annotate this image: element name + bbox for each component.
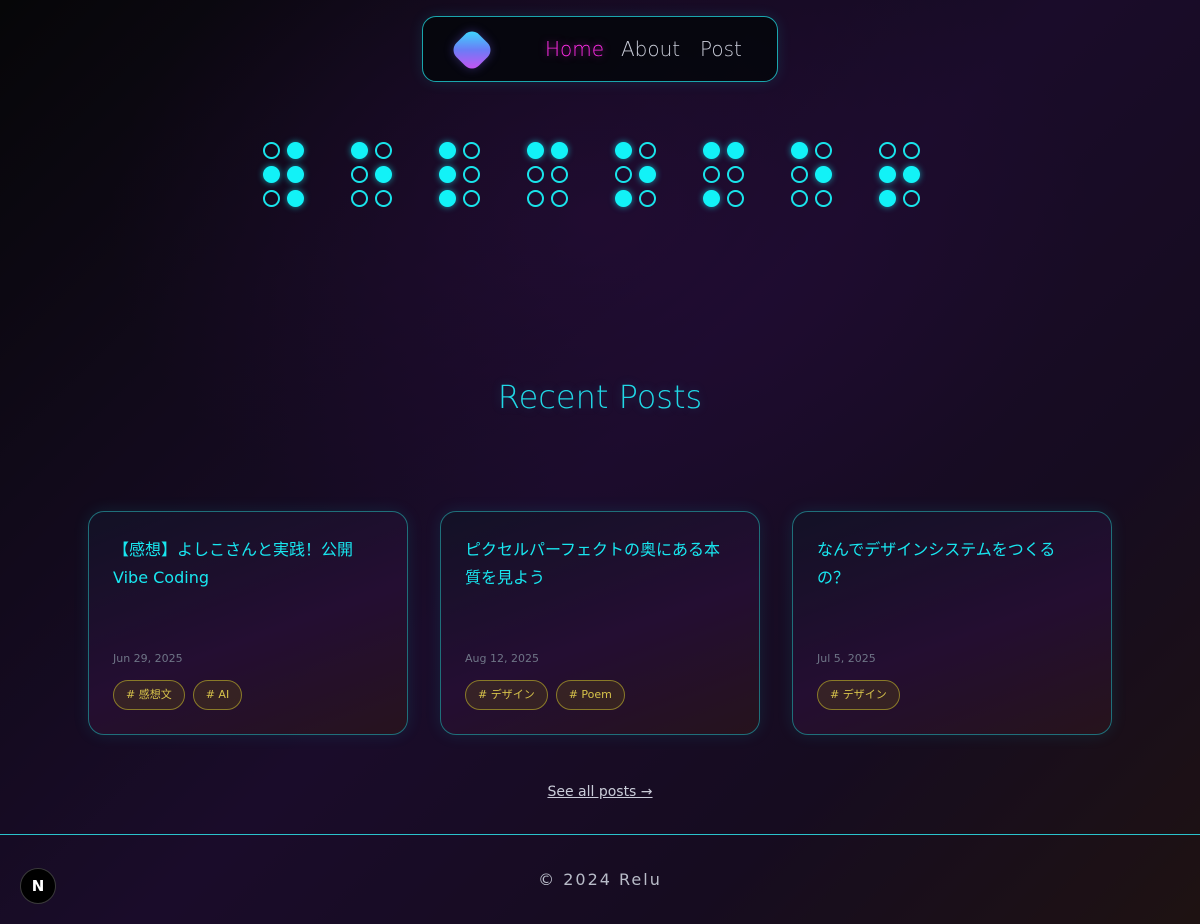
braille-dot-empty — [263, 190, 280, 207]
braille-dot-empty — [639, 142, 656, 159]
post-card-tags: # デザイン # Poem — [465, 680, 625, 710]
braille-dot-empty — [463, 142, 480, 159]
recent-posts-heading: Recent Posts — [497, 378, 703, 416]
post-card-title[interactable]: ピクセルパーフェクトの奥にある本質を見よう — [465, 536, 735, 592]
post-card-date: Jun 29, 2025 — [113, 652, 183, 665]
braille-dot-filled — [615, 190, 632, 207]
braille-dot-empty — [791, 166, 808, 183]
braille-dot-filled — [703, 190, 720, 207]
braille-dot-filled — [727, 142, 744, 159]
braille-dot-empty — [551, 190, 568, 207]
post-card-tags: # デザイン — [817, 680, 900, 710]
site-logo-icon[interactable] — [449, 27, 495, 73]
braille-dot-empty — [351, 166, 368, 183]
top-nav: Home About Post — [422, 16, 778, 82]
footer-divider — [0, 834, 1200, 835]
braille-dot-empty — [791, 190, 808, 207]
braille-dot-empty — [703, 166, 720, 183]
braille-dot-filled — [903, 166, 920, 183]
tag-badge[interactable]: # AI — [192, 680, 243, 710]
braille-dot-filled — [703, 142, 720, 159]
post-card[interactable]: 【感想】よしこさんと実践！公開Vibe Coding Jun 29, 2025 … — [88, 511, 408, 735]
braille-dot-filled — [791, 142, 808, 159]
nextjs-badge-icon[interactable]: N — [20, 868, 56, 904]
post-card-tags: # 感想文 # AI — [113, 680, 243, 710]
braille-dot-filled — [879, 166, 896, 183]
see-all-posts-link[interactable]: See all posts → — [547, 784, 652, 800]
braille-cell — [263, 142, 305, 207]
braille-dot-empty — [551, 166, 568, 183]
braille-dot-filled — [439, 190, 456, 207]
nav-link-home[interactable]: Home — [545, 37, 604, 61]
braille-cell — [879, 142, 921, 207]
see-all-posts-row: See all posts → — [0, 782, 1200, 802]
braille-dot-filled — [551, 142, 568, 159]
tag-badge[interactable]: # デザイン — [465, 680, 548, 710]
braille-cell — [351, 142, 393, 207]
braille-dot-empty — [639, 190, 656, 207]
braille-cell — [439, 142, 481, 207]
braille-dot-filled — [287, 166, 304, 183]
braille-dot-empty — [527, 166, 544, 183]
braille-dot-empty — [375, 190, 392, 207]
braille-dot-filled — [815, 166, 832, 183]
braille-dot-empty — [727, 166, 744, 183]
braille-dot-empty — [815, 142, 832, 159]
tag-badge[interactable]: # 感想文 — [113, 680, 185, 710]
tag-badge[interactable]: # デザイン — [817, 680, 900, 710]
post-card-date: Jul 5, 2025 — [817, 652, 876, 665]
braille-dot-filled — [615, 142, 632, 159]
braille-dot-empty — [727, 190, 744, 207]
post-card[interactable]: なんでデザインシステムをつくるの？ Jul 5, 2025 # デザイン — [792, 511, 1112, 735]
braille-cell — [791, 142, 833, 207]
braille-dot-empty — [375, 142, 392, 159]
braille-dot-empty — [615, 166, 632, 183]
braille-dot-empty — [879, 142, 896, 159]
braille-cell — [527, 142, 569, 207]
braille-dot-empty — [463, 166, 480, 183]
nav-link-post[interactable]: Post — [700, 37, 742, 61]
braille-dot-empty — [527, 190, 544, 207]
post-card-date: Aug 12, 2025 — [465, 652, 539, 665]
braille-dot-filled — [375, 166, 392, 183]
braille-dot-empty — [903, 142, 920, 159]
braille-cell — [703, 142, 745, 207]
braille-hero — [263, 142, 943, 212]
braille-dot-filled — [287, 190, 304, 207]
post-card-title[interactable]: 【感想】よしこさんと実践！公開Vibe Coding — [113, 536, 383, 592]
braille-dot-empty — [263, 142, 280, 159]
post-card-title[interactable]: なんでデザインシステムをつくるの？ — [817, 536, 1087, 592]
braille-dot-filled — [287, 142, 304, 159]
braille-dot-filled — [439, 166, 456, 183]
braille-dot-filled — [263, 166, 280, 183]
braille-dot-filled — [439, 142, 456, 159]
braille-dot-filled — [527, 142, 544, 159]
braille-dot-filled — [879, 190, 896, 207]
tag-badge[interactable]: # Poem — [555, 680, 625, 710]
post-card[interactable]: ピクセルパーフェクトの奥にある本質を見よう Aug 12, 2025 # デザイ… — [440, 511, 760, 735]
braille-dot-empty — [351, 190, 368, 207]
braille-dot-filled — [639, 166, 656, 183]
braille-dot-empty — [903, 190, 920, 207]
nav-link-about[interactable]: About — [621, 37, 680, 61]
braille-cell — [615, 142, 657, 207]
footer-copyright: © 2024 Relu — [538, 870, 662, 889]
braille-dot-empty — [815, 190, 832, 207]
braille-dot-filled — [351, 142, 368, 159]
braille-dot-empty — [463, 190, 480, 207]
